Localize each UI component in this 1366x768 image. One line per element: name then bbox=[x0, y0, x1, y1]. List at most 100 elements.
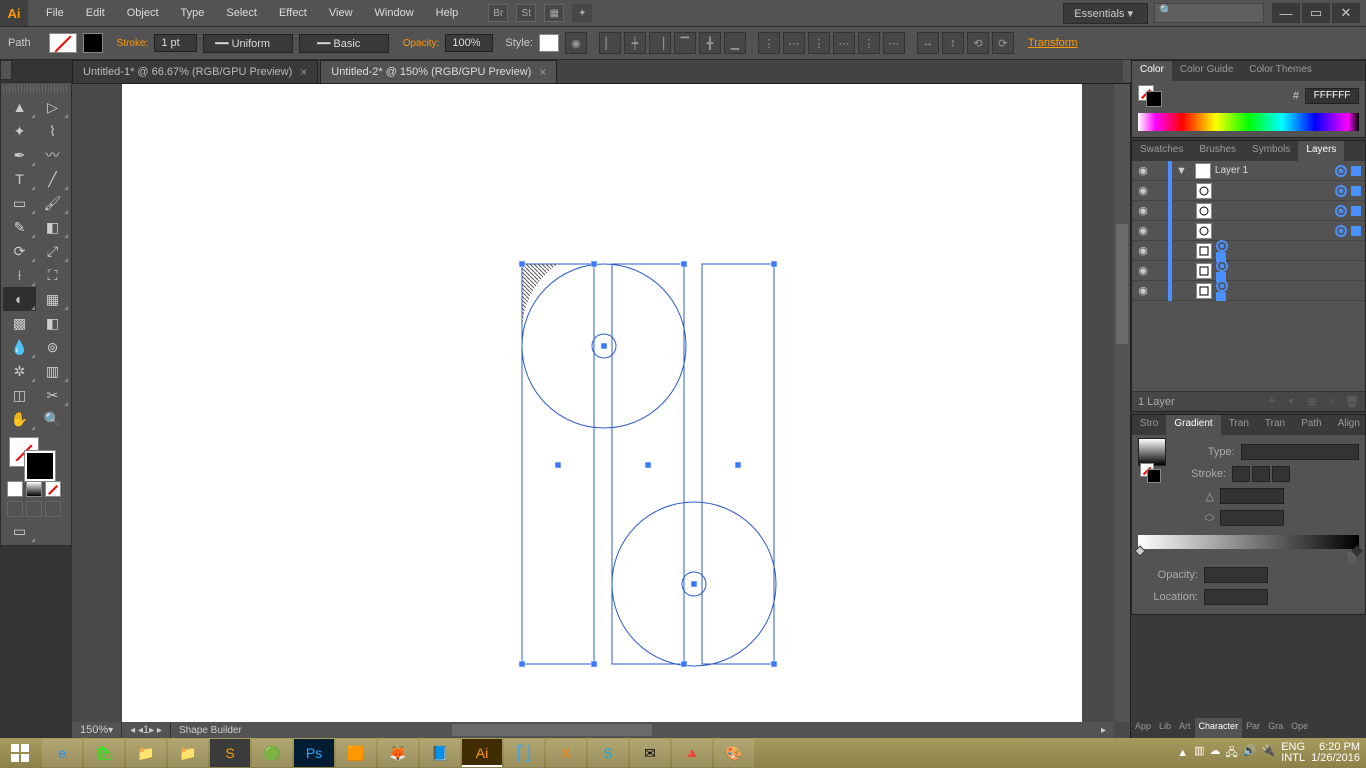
gradient-mode-icon[interactable] bbox=[26, 481, 42, 497]
width-tool[interactable]: ⟊ bbox=[3, 263, 36, 287]
visibility-toggle-icon[interactable]: ◉ bbox=[1132, 244, 1154, 257]
dist-5-icon[interactable]: ⋮ bbox=[858, 32, 880, 54]
target-icon[interactable] bbox=[1335, 165, 1347, 177]
visibility-toggle-icon[interactable]: ◉ bbox=[1132, 224, 1154, 237]
canvas[interactable] bbox=[122, 84, 1082, 724]
task-paint-icon[interactable]: 🎨 bbox=[714, 739, 754, 767]
task-skype-icon[interactable]: S bbox=[588, 739, 628, 767]
document-tab-2[interactable]: Untitled-2* @ 150% (RGB/GPU Preview)× bbox=[320, 60, 557, 83]
grad-opacity-field[interactable] bbox=[1204, 567, 1268, 583]
direct-selection-tool[interactable]: ▷ bbox=[36, 95, 69, 119]
align-vcenter-icon[interactable]: ╋ bbox=[699, 32, 721, 54]
rotate-tool[interactable]: ⟳ bbox=[3, 239, 36, 263]
close-tab-icon[interactable]: × bbox=[300, 65, 307, 79]
dock-collapse-strip[interactable] bbox=[0, 60, 12, 80]
visibility-toggle-icon[interactable]: ◉ bbox=[1132, 204, 1154, 217]
task-illustrator-icon[interactable]: Ai bbox=[462, 739, 502, 767]
align-top-icon[interactable]: ▔ bbox=[674, 32, 696, 54]
vertical-scrollbar[interactable] bbox=[1114, 84, 1130, 722]
stroke-weight-field[interactable]: 1 pt bbox=[154, 34, 196, 52]
tab-opentype[interactable]: Ope bbox=[1287, 718, 1312, 738]
lasso-tool[interactable]: ⌇ bbox=[36, 119, 69, 143]
eraser-tool[interactable]: ◧ bbox=[36, 215, 69, 239]
gradient-aspect-field[interactable] bbox=[1220, 510, 1284, 526]
align-left-icon[interactable]: ▏ bbox=[599, 32, 621, 54]
dist-3-icon[interactable]: ⋮ bbox=[808, 32, 830, 54]
transform-link[interactable]: Transform bbox=[1028, 37, 1078, 49]
tab-transparency[interactable]: Tran bbox=[1221, 415, 1257, 435]
xform-1-icon[interactable]: ↔ bbox=[917, 32, 939, 54]
stroke-grad-3-icon[interactable] bbox=[1272, 466, 1290, 482]
target-icon[interactable] bbox=[1335, 225, 1347, 237]
menu-type[interactable]: Type bbox=[171, 3, 215, 23]
curvature-tool[interactable]: 〰 bbox=[36, 143, 69, 167]
free-transform-tool[interactable]: ⛶ bbox=[36, 263, 69, 287]
target-icon[interactable] bbox=[1335, 185, 1347, 197]
xform-2-icon[interactable]: ↕ bbox=[942, 32, 964, 54]
tray-volume-icon[interactable]: 🔊 bbox=[1243, 744, 1257, 763]
task-explorer-icon[interactable]: 📁 bbox=[126, 739, 166, 767]
rectangle-tool[interactable]: ▭ bbox=[3, 191, 36, 215]
document-tab-1[interactable]: Untitled-1* @ 66.67% (RGB/GPU Preview)× bbox=[72, 60, 318, 83]
tray-power-icon[interactable]: 🔌 bbox=[1262, 744, 1276, 763]
blend-tool[interactable]: ⊚ bbox=[36, 335, 69, 359]
layer-row[interactable]: ◉ bbox=[1132, 221, 1365, 241]
layer-row-parent[interactable]: ◉ ▼ Layer 1 bbox=[1132, 161, 1365, 181]
start-button[interactable] bbox=[0, 738, 40, 768]
visibility-toggle-icon[interactable]: ◉ bbox=[1132, 164, 1154, 177]
tab-gradient[interactable]: Gradient bbox=[1166, 415, 1220, 435]
tab-transform[interactable]: Tran bbox=[1257, 415, 1293, 435]
close-button[interactable]: ✕ bbox=[1332, 3, 1360, 23]
scale-tool[interactable]: ⤢ bbox=[36, 239, 69, 263]
make-clip-mask-icon[interactable]: ◐ bbox=[1285, 395, 1299, 409]
tab-color-guide[interactable]: Color Guide bbox=[1172, 61, 1241, 81]
layer-row[interactable]: ◉ bbox=[1132, 281, 1365, 301]
visibility-toggle-icon[interactable]: ◉ bbox=[1132, 184, 1154, 197]
none-mode-icon[interactable] bbox=[45, 481, 61, 497]
dist-4-icon[interactable]: ⋯ bbox=[833, 32, 855, 54]
task-ie-icon[interactable]: e bbox=[42, 739, 82, 767]
tab-artboards[interactable]: Art bbox=[1175, 718, 1195, 738]
tab-appearance[interactable]: App bbox=[1131, 718, 1155, 738]
eyedropper-tool[interactable]: 💧 bbox=[3, 335, 36, 359]
tab-brushes[interactable]: Brushes bbox=[1191, 141, 1244, 161]
hand-tool[interactable]: ✋ bbox=[3, 407, 36, 431]
tab-pathfinder[interactable]: Path bbox=[1293, 415, 1330, 435]
symbol-sprayer-tool[interactable]: ✲ bbox=[3, 359, 36, 383]
type-tool[interactable]: T bbox=[3, 167, 36, 191]
target-icon[interactable] bbox=[1216, 260, 1228, 272]
draw-normal-icon[interactable] bbox=[7, 501, 23, 517]
tab-swatches[interactable]: Swatches bbox=[1132, 141, 1191, 161]
stroke-swatch[interactable] bbox=[83, 33, 103, 53]
stroke-grad-1-icon[interactable] bbox=[1232, 466, 1250, 482]
bridge-icon[interactable]: Br bbox=[488, 4, 508, 22]
align-hcenter-icon[interactable]: ┿ bbox=[624, 32, 646, 54]
workspace-switcher[interactable]: Essentials ▾ bbox=[1063, 3, 1148, 24]
xform-4-icon[interactable]: ⟳ bbox=[992, 32, 1014, 54]
gradient-preview[interactable] bbox=[1138, 438, 1166, 466]
target-icon[interactable] bbox=[1216, 240, 1228, 252]
pencil-tool[interactable]: ✎ bbox=[3, 215, 36, 239]
paintbrush-tool[interactable]: 🖌 bbox=[36, 191, 69, 215]
task-chrome-icon[interactable]: 🟢 bbox=[252, 739, 292, 767]
gradient-tool[interactable]: ◧ bbox=[36, 311, 69, 335]
gpu-icon[interactable]: ✦ bbox=[572, 4, 592, 22]
target-icon[interactable] bbox=[1216, 280, 1228, 292]
task-notepad-icon[interactable]: 📘 bbox=[420, 739, 460, 767]
dist-6-icon[interactable]: ⋯ bbox=[883, 32, 905, 54]
gradient-type-dropdown[interactable] bbox=[1241, 444, 1359, 460]
menu-select[interactable]: Select bbox=[216, 3, 267, 23]
recolor-icon[interactable]: ◉ bbox=[565, 32, 587, 54]
tab-layers[interactable]: Layers bbox=[1298, 141, 1344, 161]
gradient-slider[interactable] bbox=[1138, 535, 1359, 549]
stroke-profile-dropdown[interactable]: ━━ Uniform bbox=[203, 34, 293, 53]
task-vlc-icon[interactable]: 🔺 bbox=[672, 739, 712, 767]
brush-dropdown[interactable]: ━━ Basic bbox=[299, 34, 389, 53]
color-spectrum[interactable] bbox=[1138, 113, 1359, 131]
grad-location-field[interactable] bbox=[1204, 589, 1268, 605]
stock-icon[interactable]: St bbox=[516, 4, 536, 22]
target-icon[interactable] bbox=[1335, 205, 1347, 217]
magic-wand-tool[interactable]: ✦ bbox=[3, 119, 36, 143]
layer-row[interactable]: ◉ bbox=[1132, 201, 1365, 221]
menu-window[interactable]: Window bbox=[365, 3, 424, 23]
